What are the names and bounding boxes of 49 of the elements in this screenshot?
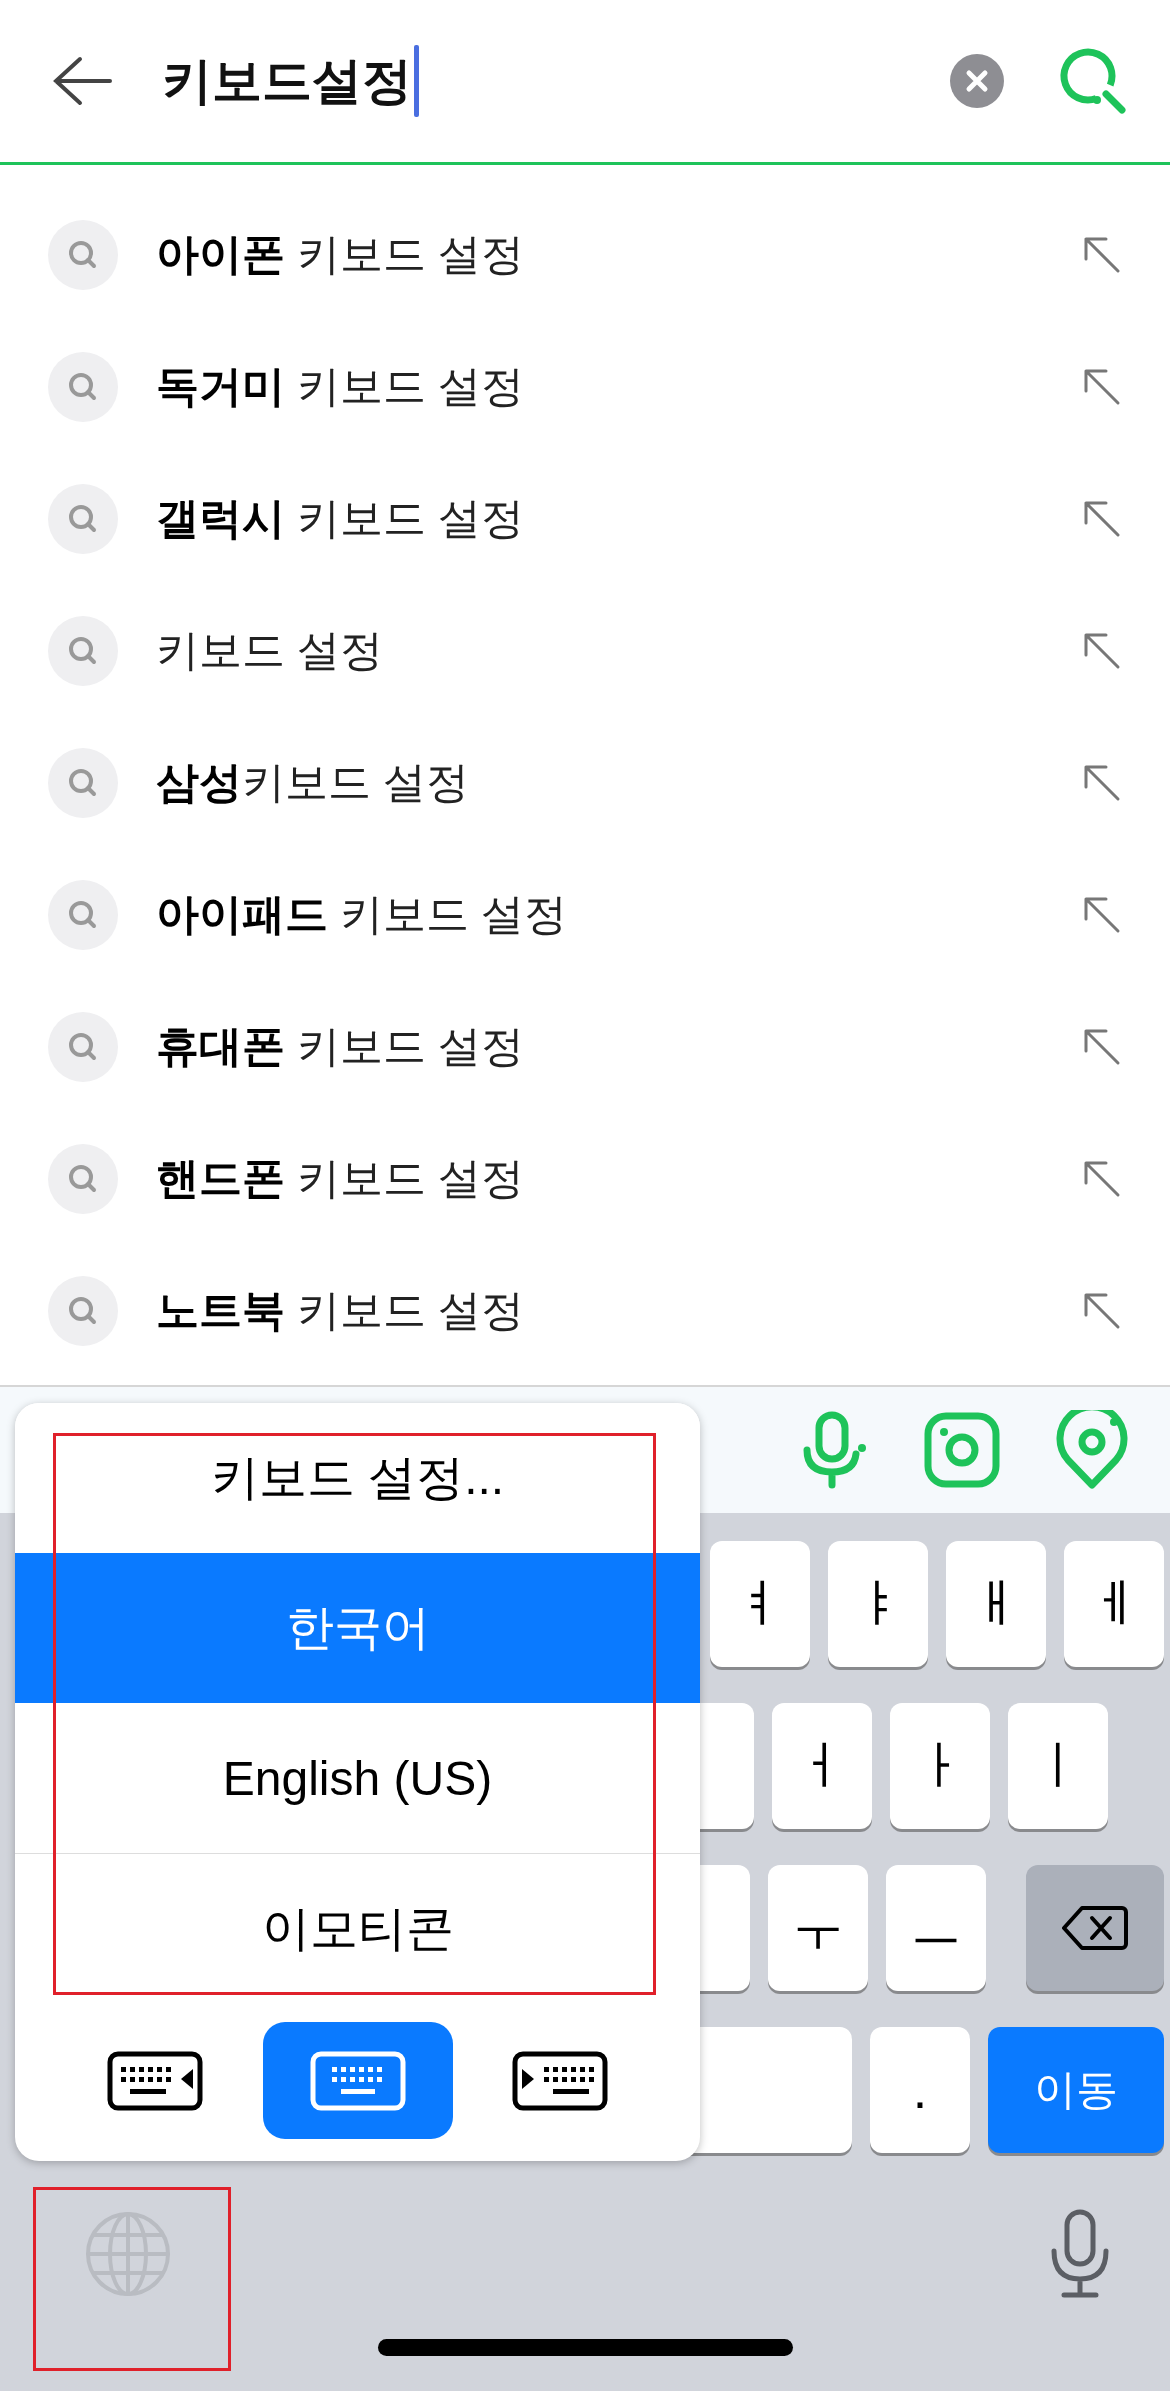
key[interactable]: ㅜ [768,1865,868,1991]
search-icon [48,748,118,818]
clear-icon[interactable] [950,54,1004,108]
microphone-icon[interactable] [1050,2209,1110,2299]
search-icon [48,352,118,422]
search-icon [48,1144,118,1214]
suggestion-link[interactable]: 휴대폰 키보드 설정 [156,1018,1082,1076]
fill-in-arrow-icon[interactable] [1082,631,1122,671]
suggestion-link[interactable]: 키보드 설정 [156,622,1082,680]
fill-in-arrow-icon[interactable] [1082,1291,1122,1331]
key[interactable]: ㅑ [828,1541,928,1667]
fill-in-arrow-icon[interactable] [1082,499,1122,539]
suggestion-link[interactable]: 아이폰 키보드 설정 [156,226,1082,284]
menu-item[interactable]: 이모티콘 [15,1853,700,2004]
fill-in-arrow-icon[interactable] [1082,895,1122,935]
search-icon [48,1012,118,1082]
key[interactable]: ㅕ [710,1541,810,1667]
delete-key[interactable] [1026,1865,1164,1991]
search-icon [48,616,118,686]
search-icon [48,484,118,554]
key[interactable]: ㅔ [1064,1541,1164,1667]
back-arrow-icon[interactable] [52,55,112,107]
key[interactable]: ㅡ [886,1865,986,1991]
fill-in-arrow-icon[interactable] [1082,235,1122,275]
key[interactable]: ㅏ [890,1703,990,1829]
menu-item[interactable]: 한국어 [15,1553,700,1703]
fill-in-arrow-icon[interactable] [1082,763,1122,803]
fill-in-arrow-icon[interactable] [1082,367,1122,407]
key[interactable]: ㅣ [1008,1703,1108,1829]
fill-in-arrow-icon[interactable] [1082,1159,1122,1199]
search-icon [48,880,118,950]
key[interactable]: ㅐ [946,1541,1046,1667]
search-query[interactable]: 키보드설정 [162,47,412,115]
suggestion-link[interactable]: 핸드폰 키보드 설정 [156,1150,1082,1208]
text-cursor [414,45,419,117]
backspace-icon [1062,1904,1128,1952]
key[interactable]: ㅓ [772,1703,872,1829]
suggestion-link[interactable]: 노트북 키보드 설정 [156,1282,1082,1340]
suggestion-link[interactable]: 독거미 키보드 설정 [156,358,1082,416]
go-key[interactable]: 이동 [988,2027,1164,2153]
suggestion-link[interactable]: 아이패드 키보드 설정 [156,886,1082,944]
menu-item[interactable]: 키보드 설정... [15,1403,700,1553]
search-icon [48,1276,118,1346]
fill-in-arrow-icon[interactable] [1082,1027,1122,1067]
search-icon [48,220,118,290]
suggestion-link[interactable]: 삼성키보드 설정 [156,754,1082,812]
key[interactable]: . [870,2027,970,2153]
menu-item[interactable]: English (US) [15,1703,700,1853]
suggestion-link[interactable]: 갤럭시 키보드 설정 [156,490,1082,548]
